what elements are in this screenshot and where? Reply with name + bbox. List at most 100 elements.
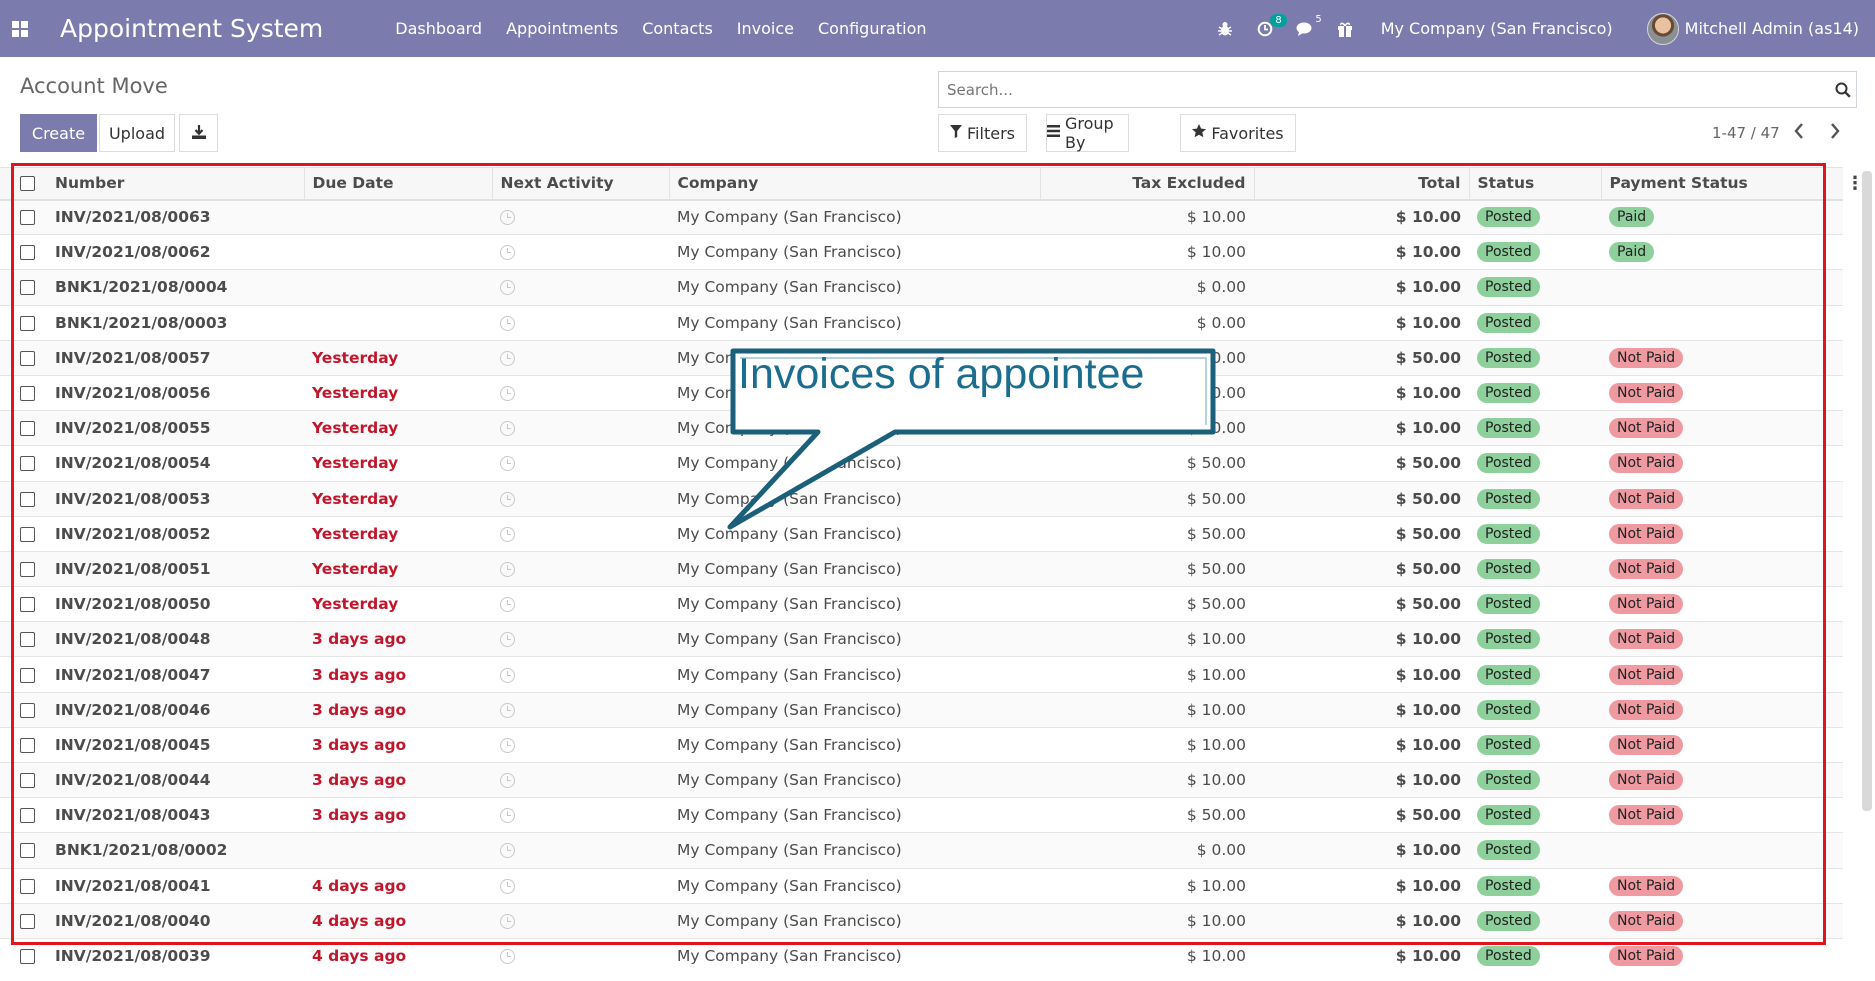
menu-dashboard[interactable]: Dashboard xyxy=(383,19,494,38)
next-activity-cell[interactable] xyxy=(492,515,669,552)
table-row[interactable]: INV/2021/08/0043 3 days ago My Company (Sa… xyxy=(0,797,1843,833)
table-row[interactable]: INV/2021/08/0062 My Company (San Francisc… xyxy=(0,234,1843,270)
table-row[interactable]: INV/2021/08/0051 Yesterday My Company (San… xyxy=(0,550,1843,587)
table-row[interactable]: INV/2021/08/0054 Yesterday My Company (San… xyxy=(0,445,1843,481)
row-checkbox[interactable] xyxy=(0,445,47,481)
activity-clock-icon[interactable] xyxy=(500,456,515,472)
next-activity-cell[interactable] xyxy=(492,656,669,693)
row-checkbox[interactable] xyxy=(0,550,47,587)
row-checkbox[interactable] xyxy=(0,234,47,270)
activity-clock-icon[interactable] xyxy=(500,808,515,824)
next-activity-cell[interactable] xyxy=(492,234,669,270)
row-checkbox[interactable] xyxy=(0,937,47,974)
next-activity-cell[interactable] xyxy=(492,726,669,763)
row-checkbox[interactable] xyxy=(0,656,47,693)
table-row[interactable]: INV/2021/08/0040 4 days ago My Company (Sa… xyxy=(0,902,1843,939)
row-checkbox[interactable] xyxy=(0,797,47,833)
table-row[interactable]: INV/2021/08/0046 3 days ago My Company (Sa… xyxy=(0,691,1843,728)
pager-value[interactable]: 1-47 / 47 xyxy=(1712,124,1780,142)
next-activity-cell[interactable] xyxy=(492,902,669,939)
create-button[interactable]: Create xyxy=(20,114,97,152)
row-checkbox[interactable] xyxy=(0,586,47,622)
user-menu[interactable]: Mitchell Admin (as14) xyxy=(1646,12,1859,45)
next-activity-cell[interactable] xyxy=(492,832,669,869)
menu-appointments[interactable]: Appointments xyxy=(494,19,630,38)
next-activity-cell[interactable] xyxy=(492,937,669,974)
activity-clock-icon[interactable] xyxy=(500,597,515,613)
menu-configuration[interactable]: Configuration xyxy=(806,19,939,38)
activity-clock-icon[interactable] xyxy=(500,350,515,366)
favorites-button[interactable]: Favorites xyxy=(1180,114,1296,152)
select-all-checkbox[interactable] xyxy=(0,167,47,201)
next-activity-cell[interactable] xyxy=(492,269,669,306)
next-activity-cell[interactable] xyxy=(492,550,669,587)
row-checkbox[interactable] xyxy=(0,339,47,376)
activity-clock-icon[interactable] xyxy=(500,949,515,965)
next-activity-cell[interactable] xyxy=(492,480,669,517)
row-checkbox[interactable] xyxy=(0,515,47,552)
upload-button[interactable]: Upload xyxy=(99,114,175,152)
activity-clock-icon[interactable] xyxy=(500,526,515,542)
table-row[interactable]: INV/2021/08/0048 3 days ago My Company (Sa… xyxy=(0,621,1843,657)
row-checkbox[interactable] xyxy=(0,761,47,798)
optional-columns-icon[interactable]: ⋮ xyxy=(1846,173,1860,194)
activity-clock-icon[interactable] xyxy=(500,421,515,437)
column-header-company[interactable]: Company xyxy=(669,167,1041,201)
next-activity-cell[interactable] xyxy=(492,621,669,657)
column-header-number[interactable]: Number xyxy=(47,167,305,201)
table-row[interactable]: INV/2021/08/0044 3 days ago My Company (Sa… xyxy=(0,761,1843,798)
activity-clock-icon[interactable] xyxy=(500,702,515,718)
next-activity-cell[interactable] xyxy=(492,586,669,622)
activity-clock-icon[interactable] xyxy=(500,210,515,226)
gift-icon[interactable] xyxy=(1325,21,1365,37)
table-row[interactable]: INV/2021/08/0039 4 days ago My Company (Sa… xyxy=(0,937,1843,974)
row-checkbox[interactable] xyxy=(0,691,47,728)
activity-clock-icon[interactable] xyxy=(500,280,515,296)
row-checkbox[interactable] xyxy=(0,867,47,904)
next-activity-cell[interactable] xyxy=(492,797,669,833)
menu-invoice[interactable]: Invoice xyxy=(725,19,806,38)
table-row[interactable]: INV/2021/08/0047 3 days ago My Company (Sa… xyxy=(0,656,1843,693)
export-button[interactable] xyxy=(179,114,218,152)
row-checkbox[interactable] xyxy=(0,410,47,446)
activity-clock-icon[interactable] xyxy=(500,913,515,929)
table-row[interactable]: BNK1/2021/08/0004 My Company (San Francis… xyxy=(0,269,1843,306)
pager-next-icon[interactable] xyxy=(1830,120,1840,144)
chat-icon[interactable]: 5 xyxy=(1285,14,1325,37)
activity-clock-icon[interactable] xyxy=(500,667,515,683)
table-row[interactable]: INV/2021/08/0063 My Company (San Francisc… xyxy=(0,198,1843,235)
activity-clock-icon[interactable] xyxy=(500,245,515,261)
pager-previous-icon[interactable] xyxy=(1794,120,1804,144)
activity-clock-icon[interactable] xyxy=(500,315,515,331)
company-switcher[interactable]: My Company (San Francisco) xyxy=(1381,19,1613,38)
table-row[interactable]: INV/2021/08/0050 Yesterday My Company (San… xyxy=(0,586,1843,622)
column-header-tax-excluded[interactable]: Tax Excluded xyxy=(1040,167,1255,201)
activity-clock-icon[interactable] xyxy=(500,491,515,507)
groupby-button[interactable]: Group By xyxy=(1046,114,1129,152)
activity-clock-icon[interactable] xyxy=(500,561,515,577)
next-activity-cell[interactable] xyxy=(492,867,669,904)
next-activity-cell[interactable] xyxy=(492,198,669,235)
table-row[interactable]: INV/2021/08/0055 Yesterday My Company (San… xyxy=(0,410,1843,446)
next-activity-cell[interactable] xyxy=(492,761,669,798)
search-input[interactable] xyxy=(939,73,1830,106)
list-scrollbar[interactable] xyxy=(1862,171,1872,811)
column-header-due-date[interactable]: Due Date xyxy=(304,167,493,201)
next-activity-cell[interactable] xyxy=(492,304,669,341)
activity-clock-icon[interactable] xyxy=(500,632,515,648)
table-row[interactable]: INV/2021/08/0053 Yesterday My Company (San… xyxy=(0,480,1843,517)
row-checkbox[interactable] xyxy=(0,480,47,517)
next-activity-cell[interactable] xyxy=(492,410,669,446)
table-row[interactable]: INV/2021/08/0052 Yesterday My Company (San… xyxy=(0,515,1843,552)
activity-clock-icon[interactable] xyxy=(500,878,515,894)
row-checkbox[interactable] xyxy=(0,832,47,869)
search-icon[interactable] xyxy=(1830,80,1856,100)
column-header-payment-status[interactable]: Payment Status xyxy=(1601,167,1843,201)
row-checkbox[interactable] xyxy=(0,198,47,235)
row-checkbox[interactable] xyxy=(0,374,47,411)
next-activity-cell[interactable] xyxy=(492,445,669,481)
activity-clock-icon[interactable] xyxy=(500,773,515,789)
filters-button[interactable]: Filters xyxy=(938,114,1027,152)
table-row[interactable]: INV/2021/08/0045 3 days ago My Company (Sa… xyxy=(0,726,1843,763)
table-row[interactable]: INV/2021/08/0041 4 days ago My Company (Sa… xyxy=(0,867,1843,904)
